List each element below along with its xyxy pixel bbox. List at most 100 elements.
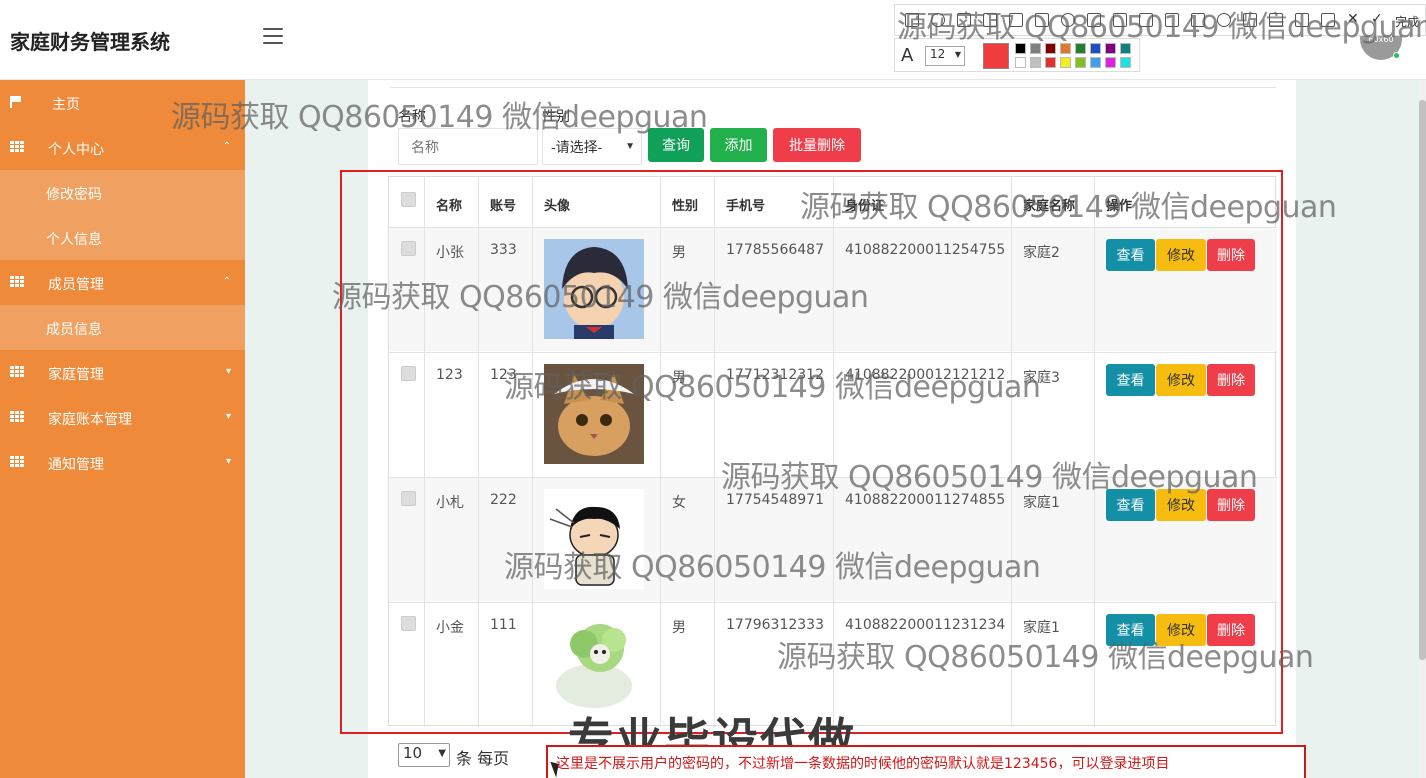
row-checkbox[interactable] [401, 366, 416, 381]
color-swatch[interactable] [1075, 57, 1086, 68]
cell-gender: 男 [672, 620, 686, 636]
page-scrollbar[interactable] [1419, 80, 1426, 778]
sidebar-item-label: 修改密码 [46, 187, 102, 203]
chevron-up-icon: ⌃ [222, 276, 231, 287]
gender-select-value: -请选择- [551, 138, 603, 155]
color-swatch[interactable] [1120, 57, 1131, 68]
chevron-down-icon: ▼ [954, 50, 961, 59]
column-divider [532, 177, 533, 727]
font-icon: A [901, 45, 914, 66]
view-button[interactable]: 查看 [1106, 364, 1155, 396]
color-swatch[interactable] [1045, 57, 1056, 68]
sidebar-item-label: 家庭账本管理 [48, 412, 132, 428]
cell-id-card: 410882200011254755 [845, 242, 1006, 258]
sidebar-item-personal-info[interactable]: 个人信息 [0, 215, 245, 260]
cell-phone: 17796312333 [726, 617, 824, 633]
watermark: 源码获取 QQ86050149 微信deepguan [800, 190, 1337, 225]
row-divider [389, 227, 1277, 228]
online-status-icon [1393, 52, 1400, 59]
row-checkbox[interactable] [401, 241, 416, 256]
watermark: 源码获取 QQ86050149 微信deepguan [721, 460, 1258, 495]
cell-account: 222 [490, 492, 517, 508]
scrollbar-thumb[interactable] [1419, 100, 1426, 660]
flag-icon [10, 96, 23, 108]
watermark: 源码获取 QQ86050149 微信deepguan [332, 280, 869, 315]
column-divider [714, 177, 715, 727]
watermark: 源码获取 QQ86050149 微信deepguan [897, 10, 1426, 45]
current-color-swatch[interactable] [983, 43, 1009, 69]
cell-gender: 女 [672, 495, 686, 511]
delete-button[interactable]: 删除 [1207, 364, 1255, 396]
grid-icon [10, 366, 24, 377]
sidebar-item-member-management[interactable]: 成员管理 ⌃ [0, 260, 245, 305]
sidebar-item-family-management[interactable]: 家庭管理 ▾ [0, 350, 245, 395]
cell-gender: 男 [672, 245, 686, 261]
page-size-value: 10 [403, 744, 423, 762]
color-swatch[interactable] [1015, 57, 1026, 68]
sidebar-item-label: 个人信息 [46, 232, 102, 248]
grid-icon [10, 141, 24, 152]
select-all-checkbox[interactable] [401, 192, 416, 207]
sidebar-item-label: 个人中心 [48, 142, 104, 158]
per-page-label: 条 每页 [456, 749, 510, 768]
watermark: 源码获取 QQ86050149 微信deepguan [777, 640, 1314, 675]
cell-family: 家庭2 [1023, 245, 1060, 261]
view-button[interactable]: 查看 [1106, 239, 1155, 271]
menu-toggle-icon[interactable] [263, 28, 283, 44]
sidebar-item-member-info[interactable]: 成员信息 [0, 305, 245, 350]
edit-button[interactable]: 修改 [1156, 364, 1206, 396]
cell-account: 333 [490, 242, 517, 258]
sidebar-item-family-ledger[interactable]: 家庭账本管理 ▾ [0, 395, 245, 440]
color-swatch[interactable] [1030, 57, 1041, 68]
add-button[interactable]: 添加 [710, 128, 767, 162]
font-size-select[interactable]: 12 ▼ [925, 46, 965, 66]
chevron-up-icon: ⌃ [222, 141, 231, 152]
row-divider [389, 602, 1277, 603]
watermark: 源码获取 QQ86050149 微信deepguan [504, 370, 1041, 405]
edit-button[interactable]: 修改 [1156, 239, 1206, 271]
font-size-value: 12 [930, 47, 946, 61]
sidebar: 主页 个人中心 ⌃ 修改密码 个人信息 成员管理 ⌃ 成员信息 家庭管理 ▾ 家… [0, 80, 245, 778]
column-header: 头像 [544, 199, 571, 214]
color-swatch[interactable] [1090, 57, 1101, 68]
grid-icon [10, 456, 24, 467]
column-header: 名称 [436, 199, 463, 214]
cell-phone: 17785566487 [726, 242, 824, 258]
column-divider [478, 177, 479, 727]
cell-name: 小张 [436, 245, 464, 261]
row-checkbox[interactable] [401, 491, 416, 506]
sidebar-item-change-password[interactable]: 修改密码 [0, 170, 245, 215]
annotation-note-text: 这里是不展示用户的密码的，不过新增一条数据的时候他的密码默认就是123456，可… [556, 756, 1170, 772]
delete-button[interactable]: 删除 [1207, 239, 1255, 271]
cell-name: 小金 [436, 620, 464, 636]
chevron-down-icon: ▾ [225, 366, 231, 377]
chevron-down-icon: ▼ [625, 141, 635, 152]
chevron-down-icon: ▾ [225, 456, 231, 467]
sidebar-item-label: 家庭管理 [48, 367, 104, 383]
grid-icon [10, 411, 24, 422]
page-size-select[interactable]: 10 ▼ [398, 743, 450, 767]
sidebar-item-notifications[interactable]: 通知管理 ▾ [0, 440, 245, 485]
column-header: 账号 [490, 199, 517, 214]
sidebar-item-label: 成员信息 [46, 322, 102, 338]
color-swatch[interactable] [1060, 57, 1071, 68]
cell-id-card: 410882200011231234 [845, 617, 1006, 633]
annotation-note: 这里是不展示用户的密码的，不过新增一条数据的时候他的密码默认就是123456，可… [546, 745, 1306, 778]
column-header: 性别 [672, 199, 699, 214]
grid-icon [10, 276, 24, 287]
cell-name: 小札 [436, 495, 464, 511]
chevron-down-icon: ▾ [225, 411, 231, 422]
column-header: 手机号 [726, 199, 766, 214]
sidebar-item-label: 通知管理 [48, 457, 104, 473]
app-title: 家庭财务管理系统 [10, 30, 170, 54]
watermark: 源码获取 QQ86050149 微信deepguan [504, 550, 1041, 585]
cell-name: 123 [436, 367, 463, 383]
sidebar-item-label: 成员管理 [48, 277, 104, 293]
batch-delete-button[interactable]: 批量删除 [773, 128, 861, 162]
watermark: 源码获取 QQ86050149 微信deepguan [171, 100, 708, 135]
column-divider [424, 177, 425, 727]
row-checkbox[interactable] [401, 616, 416, 631]
chevron-down-icon: ▼ [438, 748, 446, 759]
color-swatch[interactable] [1105, 57, 1116, 68]
divider [390, 87, 1276, 88]
